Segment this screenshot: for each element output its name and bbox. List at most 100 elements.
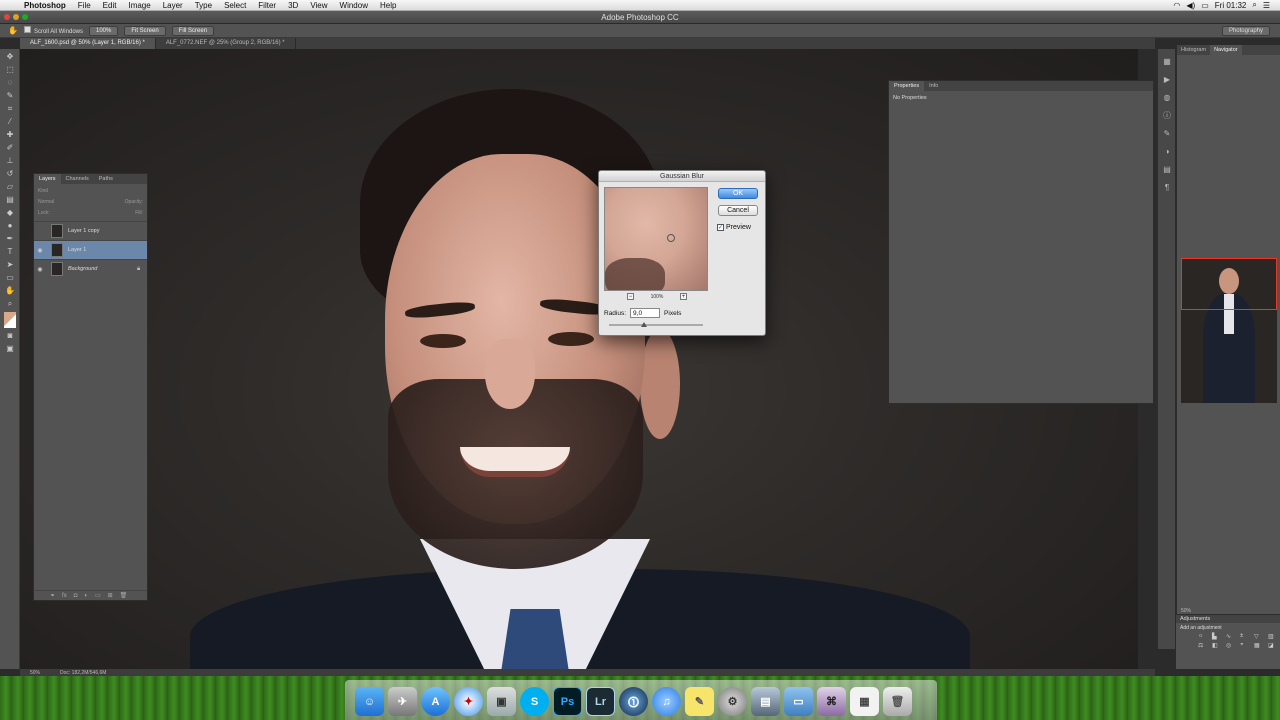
eyedropper-tool-icon[interactable]: ⁄	[3, 117, 17, 127]
zoom-window-icon[interactable]	[22, 14, 28, 20]
curves-icon[interactable]: ∿	[1226, 633, 1236, 640]
hand-tool-icon[interactable]: ✋	[3, 286, 17, 296]
status-doc-size[interactable]: Doc: 182,2M/546,6M	[60, 670, 106, 676]
fill-label[interactable]: Fill:	[135, 210, 143, 217]
vibrance-icon[interactable]: ▽	[1254, 633, 1264, 640]
checkmark-icon[interactable]: ✓	[717, 224, 724, 231]
cancel-button[interactable]: Cancel	[718, 205, 758, 216]
color-panel-icon[interactable]: ◍	[1161, 93, 1173, 103]
dodge-tool-icon[interactable]: ●	[3, 221, 17, 231]
zoom-tool-icon[interactable]: ⌕	[3, 299, 17, 309]
layer-row[interactable]: Layer 1 copy	[34, 221, 147, 240]
close-window-icon[interactable]	[4, 14, 10, 20]
menu-image[interactable]: Image	[122, 1, 156, 10]
channel-mixer-icon[interactable]: ◓	[1240, 642, 1250, 649]
menu-app-name[interactable]: Photoshop	[18, 1, 72, 10]
scroll-all-windows-checkbox[interactable]: Scroll All Windows	[23, 26, 83, 35]
navigator-view-box[interactable]	[1181, 258, 1277, 310]
layer-row[interactable]: ◉ Layer 1	[34, 240, 147, 259]
marquee-tool-icon[interactable]: ⬚	[3, 65, 17, 75]
stickies-icon[interactable]: ✎	[685, 687, 714, 716]
folder-icon[interactable]: ▭	[784, 687, 813, 716]
move-tool-icon[interactable]: ✥	[3, 52, 17, 62]
paragraph-panel-icon[interactable]: ¶	[1161, 183, 1173, 193]
crop-tool-icon[interactable]: ⌗	[3, 104, 17, 114]
layer-name[interactable]: Layer 1	[68, 247, 147, 253]
history-brush-tool-icon[interactable]: ↺	[3, 169, 17, 179]
itunes-icon[interactable]: ♫	[652, 687, 681, 716]
link-layers-icon[interactable]: ⚭	[50, 592, 55, 599]
styles-panel-icon[interactable]: ▤	[1161, 165, 1173, 175]
menu-select[interactable]: Select	[218, 1, 252, 10]
document-icon[interactable]: ▦	[850, 687, 879, 716]
add-mask-icon[interactable]: ◘	[74, 593, 78, 599]
menu-help[interactable]: Help	[374, 1, 402, 10]
clone-stamp-tool-icon[interactable]: ⊥	[3, 156, 17, 166]
layer-name[interactable]: Background	[68, 266, 137, 272]
tab-histogram[interactable]: Histogram	[1177, 45, 1210, 55]
skype-icon[interactable]: S	[520, 687, 549, 716]
layer-row[interactable]: ◉ Background 🔒︎	[34, 259, 147, 278]
adjustments-title[interactable]: Adjustments	[1176, 615, 1280, 623]
blur-preview-area[interactable]	[604, 187, 708, 291]
zoom-100-button[interactable]: 100%	[88, 25, 119, 36]
new-group-icon[interactable]: ▭	[95, 592, 101, 599]
layer-name[interactable]: Layer 1 copy	[68, 228, 147, 234]
shape-tool-icon[interactable]: ▭	[3, 273, 17, 283]
color-swatches-icon[interactable]	[4, 312, 16, 328]
screen-mode-icon[interactable]: ▣	[3, 344, 17, 354]
doc-tab-alf-0772[interactable]: ALF_0772.NEF @ 25% (Group 2, RGB/16) *	[156, 38, 296, 49]
hue-icon[interactable]: ▥	[1268, 633, 1278, 640]
brush-panel-icon[interactable]: ✎	[1161, 129, 1173, 139]
notification-center-icon[interactable]: ☰	[1263, 1, 1270, 10]
system-preferences-icon[interactable]: ⚙	[718, 687, 747, 716]
workspace-switcher[interactable]: Photography	[1221, 26, 1270, 36]
iphoto-icon[interactable]: ▣	[487, 687, 516, 716]
zoom-out-icon[interactable]: −	[627, 293, 634, 300]
spotlight-icon[interactable]: ⌕	[1252, 0, 1256, 10]
layer-style-icon[interactable]: fx	[62, 593, 67, 599]
volume-icon[interactable]: ◀)	[1186, 1, 1195, 10]
adjustment-layer-icon[interactable]: ◐	[84, 593, 88, 599]
delete-layer-icon[interactable]: 🗑︎	[120, 592, 128, 599]
radius-slider-handle[interactable]	[641, 322, 647, 327]
hand-tool-icon[interactable]: ✋	[8, 26, 18, 35]
history-panel-icon[interactable]: ▦	[1161, 57, 1173, 67]
tab-navigator[interactable]: Navigator	[1210, 45, 1242, 55]
fill-screen-button[interactable]: Fill Screen	[171, 25, 215, 36]
quick-select-tool-icon[interactable]: ✎	[3, 91, 17, 101]
eye-icon[interactable]: ◉	[34, 266, 46, 273]
wifi-icon[interactable]: ◠	[1173, 1, 1180, 10]
preview-icon[interactable]: ▤	[751, 687, 780, 716]
black-white-icon[interactable]: ◧	[1212, 642, 1222, 649]
archive-icon[interactable]: ⌘	[817, 687, 846, 716]
brightness-icon[interactable]: ☼	[1198, 633, 1208, 640]
finder-icon[interactable]: ☺	[355, 687, 384, 716]
migration-assistant-icon[interactable]: ✈	[388, 687, 417, 716]
menu-file[interactable]: File	[72, 1, 97, 10]
new-layer-icon[interactable]: ⊞	[108, 592, 113, 599]
trash-icon[interactable]: 🗑︎	[883, 687, 912, 716]
tab-channels[interactable]: Channels	[61, 174, 94, 184]
doc-tab-alf-1600[interactable]: ALF_1600.psd @ 50% (Layer 1, RGB/16) *	[20, 38, 156, 49]
healing-brush-tool-icon[interactable]: ✚	[3, 130, 17, 140]
menu-type[interactable]: Type	[189, 1, 218, 10]
levels-icon[interactable]: ▙	[1212, 633, 1222, 640]
path-select-tool-icon[interactable]: ➤	[3, 260, 17, 270]
radius-input[interactable]	[630, 308, 661, 318]
menu-window[interactable]: Window	[334, 1, 374, 10]
eraser-tool-icon[interactable]: ▱	[3, 182, 17, 192]
info-panel-icon[interactable]: ⓘ	[1161, 111, 1173, 121]
menu-layer[interactable]: Layer	[157, 1, 189, 10]
layer-kind-filter[interactable]: Kind	[38, 188, 48, 195]
ok-button[interactable]: OK	[718, 188, 758, 199]
adjustments-panel-icon[interactable]: ◑	[1161, 147, 1173, 157]
lasso-tool-icon[interactable]: ◌	[3, 78, 17, 88]
pen-tool-icon[interactable]: ✒	[3, 234, 17, 244]
preview-checkbox[interactable]: ✓ Preview	[717, 224, 751, 231]
safari-icon[interactable]: ✦	[454, 687, 483, 716]
app-store-icon[interactable]: A	[421, 687, 450, 716]
menu-filter[interactable]: Filter	[252, 1, 282, 10]
type-tool-icon[interactable]: T	[3, 247, 17, 257]
exposure-icon[interactable]: ±	[1240, 633, 1250, 640]
